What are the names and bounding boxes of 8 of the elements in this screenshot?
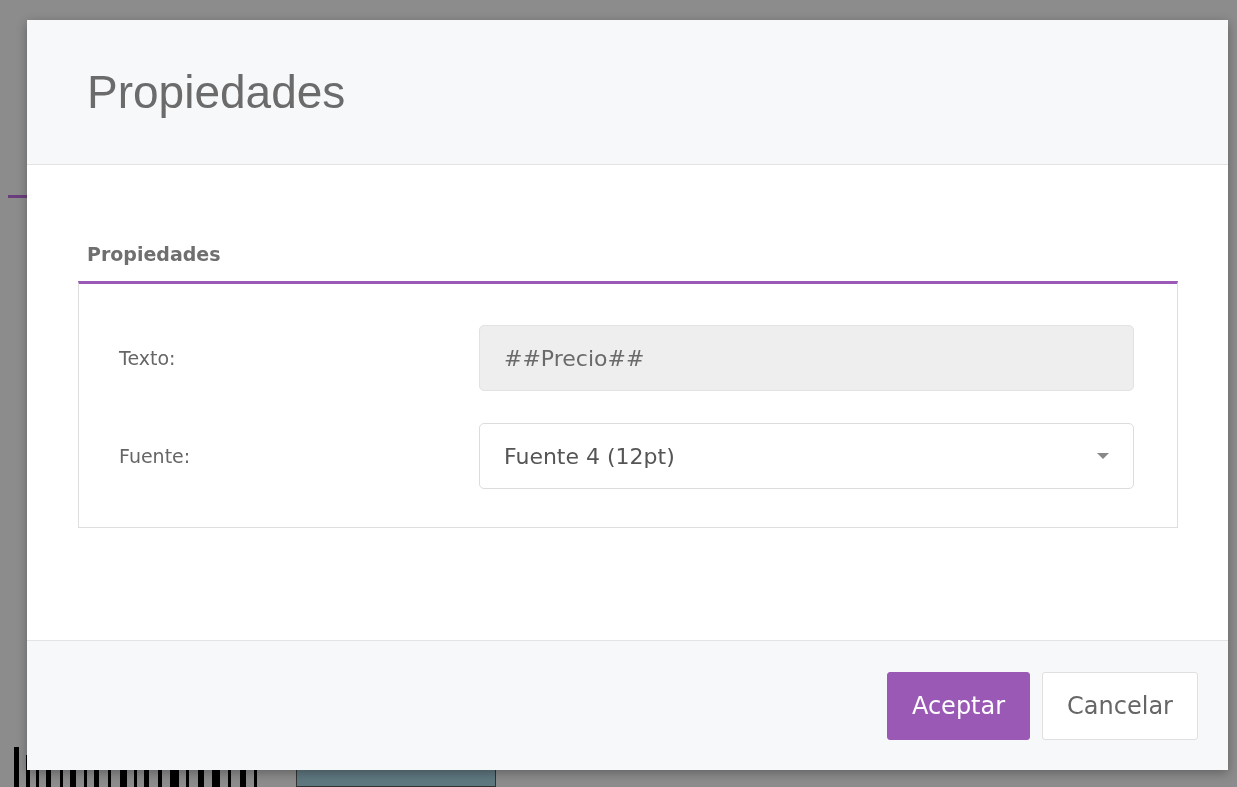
section-title: Propiedades — [86, 243, 222, 267]
field-label: Fuente: — [119, 445, 192, 467]
field-label: Texto: — [119, 347, 177, 369]
font-select[interactable]: Fuente 4 (12pt) — [479, 423, 1134, 489]
caret-icon — [1097, 453, 1109, 459]
accept-button[interactable]: Aceptar — [886, 671, 1031, 740]
cancel-button[interactable]: Cancelar — [1042, 671, 1198, 740]
dialog-title: Propiedades — [87, 65, 346, 119]
